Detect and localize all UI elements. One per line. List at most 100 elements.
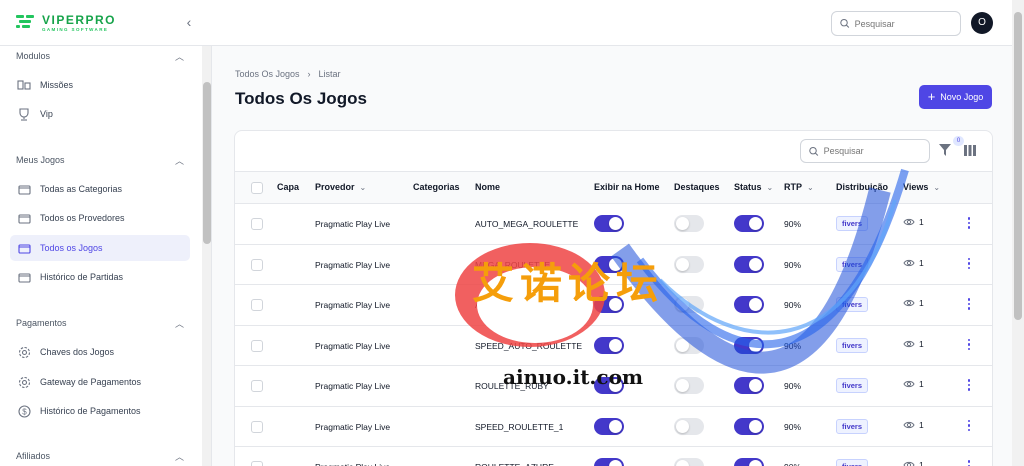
toggle-knob bbox=[609, 419, 622, 433]
home-toggle[interactable] bbox=[594, 215, 624, 232]
distribution-badge: fivers bbox=[836, 418, 869, 434]
col-exibir-home: Exibir na Home bbox=[594, 182, 660, 192]
sidebar-item-jogos[interactable]: Todos os Jogos bbox=[10, 235, 190, 261]
views-count: 1 bbox=[919, 460, 924, 466]
avatar[interactable]: O bbox=[971, 12, 993, 34]
section-modulos[interactable]: Modulos ︿ bbox=[16, 48, 184, 64]
table-row: Pragmatic Play Live SPEED_ROULETTE_1 90% fi… bbox=[235, 407, 992, 447]
row-actions-icon[interactable] bbox=[965, 419, 973, 433]
col-rtp[interactable]: RTP ⌄ bbox=[784, 182, 814, 192]
toggle-knob bbox=[749, 217, 762, 230]
col-status[interactable]: Status ⌄ bbox=[734, 182, 773, 192]
cell-rtp: 90% bbox=[784, 462, 801, 466]
featured-toggle[interactable] bbox=[674, 336, 704, 354]
header-search[interactable] bbox=[831, 11, 961, 36]
toggle-knob bbox=[676, 379, 689, 392]
collapse-sidebar-icon[interactable]: ‹ bbox=[182, 14, 196, 30]
sidebar-item-historico-pagamentos[interactable]: $ Histórico de Pagamentos bbox=[10, 398, 190, 424]
logo[interactable]: VIPERPRO GAMING SOFTWARE bbox=[16, 14, 116, 32]
row-checkbox[interactable] bbox=[251, 218, 263, 230]
status-toggle[interactable] bbox=[734, 417, 764, 435]
section-meus-jogos[interactable]: Meus Jogos ︿ bbox=[16, 152, 184, 168]
columns-icon[interactable] bbox=[964, 145, 976, 156]
distribution-badge: fivers bbox=[836, 256, 869, 272]
table-row: Pragmatic Play Live ROULETTE_AZURE 90% five… bbox=[235, 447, 992, 466]
status-toggle[interactable] bbox=[734, 377, 764, 394]
col-views[interactable]: Views ⌄ bbox=[903, 182, 940, 192]
row-checkbox[interactable] bbox=[251, 461, 263, 466]
home-toggle[interactable] bbox=[594, 336, 624, 354]
toggle-knob bbox=[749, 379, 762, 392]
home-toggle[interactable] bbox=[594, 417, 624, 435]
featured-toggle[interactable] bbox=[674, 255, 704, 273]
cell-provider: Pragmatic Play Live bbox=[315, 340, 391, 351]
header-search-input[interactable] bbox=[854, 18, 960, 29]
cell-name: AUTO_MEGA_ROULETTE bbox=[475, 219, 579, 229]
sidebar-item-historico-partidas[interactable]: Histórico de Partidas bbox=[10, 264, 190, 290]
featured-toggle[interactable] bbox=[674, 296, 704, 313]
featured-toggle[interactable] bbox=[674, 215, 704, 232]
sidebar-scrollbar[interactable] bbox=[202, 46, 211, 466]
cell-rtp: 90% bbox=[784, 219, 802, 229]
sidebar-item-label: Missões bbox=[40, 80, 74, 90]
sidebar-item-missoes[interactable]: Missões bbox=[10, 72, 190, 98]
row-checkbox[interactable] bbox=[251, 339, 263, 352]
row-actions-icon[interactable] bbox=[965, 297, 973, 311]
row-actions-icon[interactable] bbox=[965, 338, 973, 352]
watermark-text: 艾诺论坛 bbox=[472, 259, 665, 308]
col-categorias: Categorias bbox=[413, 182, 460, 192]
sidebar-item-categorias[interactable]: Todas as Categorias bbox=[10, 176, 190, 202]
section-pagamentos[interactable]: Pagamentos ︿ bbox=[16, 315, 184, 331]
brand-name: VIPERPRO bbox=[42, 13, 117, 27]
section-afiliados[interactable]: Afiliados ︿ bbox=[16, 448, 184, 464]
table-search-input[interactable] bbox=[823, 146, 929, 156]
cell-rtp: 90% bbox=[784, 421, 802, 432]
status-toggle[interactable] bbox=[734, 255, 764, 273]
cell-name: SPEED_AUTO_ROULETTE bbox=[475, 340, 583, 351]
new-game-button[interactable]: + Novo Jogo bbox=[919, 85, 992, 109]
row-actions-icon[interactable] bbox=[965, 216, 973, 230]
row-checkbox[interactable] bbox=[251, 258, 263, 271]
filter-icon[interactable] bbox=[939, 144, 951, 156]
sidebar-item-gateway[interactable]: Gateway de Pagamentos bbox=[10, 369, 190, 395]
toggle-knob bbox=[609, 217, 622, 230]
status-toggle[interactable] bbox=[734, 215, 764, 232]
row-actions-icon[interactable] bbox=[965, 378, 973, 392]
featured-toggle[interactable] bbox=[674, 417, 704, 435]
dollar-icon: $ bbox=[17, 404, 31, 418]
row-actions-icon[interactable] bbox=[965, 257, 973, 271]
sidebar-item-chaves[interactable]: Chaves dos Jogos bbox=[10, 339, 190, 365]
toggle-knob bbox=[676, 257, 689, 271]
chevron-down-icon: ⌄ bbox=[933, 183, 941, 192]
select-all-checkbox[interactable] bbox=[251, 182, 263, 194]
cell-views: 1 bbox=[903, 217, 924, 227]
status-toggle[interactable] bbox=[734, 296, 764, 313]
eye-icon bbox=[903, 421, 915, 428]
sidebar-item-label: Gateway de Pagamentos bbox=[40, 377, 142, 387]
featured-toggle[interactable] bbox=[674, 377, 704, 394]
section-title: Pagamentos bbox=[16, 318, 67, 328]
row-checkbox[interactable] bbox=[251, 299, 263, 311]
col-label: RTP bbox=[784, 182, 802, 192]
plus-icon: + bbox=[927, 89, 936, 104]
row-checkbox[interactable] bbox=[251, 420, 263, 433]
views-count: 1 bbox=[919, 419, 924, 430]
folder-icon bbox=[17, 182, 31, 196]
eye-icon bbox=[903, 461, 915, 466]
home-toggle[interactable] bbox=[594, 458, 624, 466]
page-scrollbar[interactable] bbox=[1012, 0, 1024, 466]
cell-provider: Pragmatic Play Live bbox=[315, 462, 390, 466]
toggle-knob bbox=[749, 419, 762, 433]
status-toggle[interactable] bbox=[734, 458, 764, 466]
sidebar-item-provedores[interactable]: Todos os Provedores bbox=[10, 205, 190, 231]
section-title: Afiliados bbox=[16, 451, 51, 461]
featured-toggle[interactable] bbox=[674, 458, 704, 466]
sidebar-item-vip[interactable]: Vip bbox=[10, 101, 190, 127]
row-checkbox[interactable] bbox=[251, 380, 263, 392]
status-toggle[interactable] bbox=[734, 336, 764, 354]
row-actions-icon[interactable] bbox=[965, 459, 973, 466]
breadcrumb-item[interactable]: Todos Os Jogos bbox=[235, 69, 300, 79]
col-provedor[interactable]: Provedor ⌄ bbox=[315, 182, 366, 192]
col-label: Status bbox=[734, 182, 762, 192]
table-search[interactable] bbox=[800, 139, 930, 163]
